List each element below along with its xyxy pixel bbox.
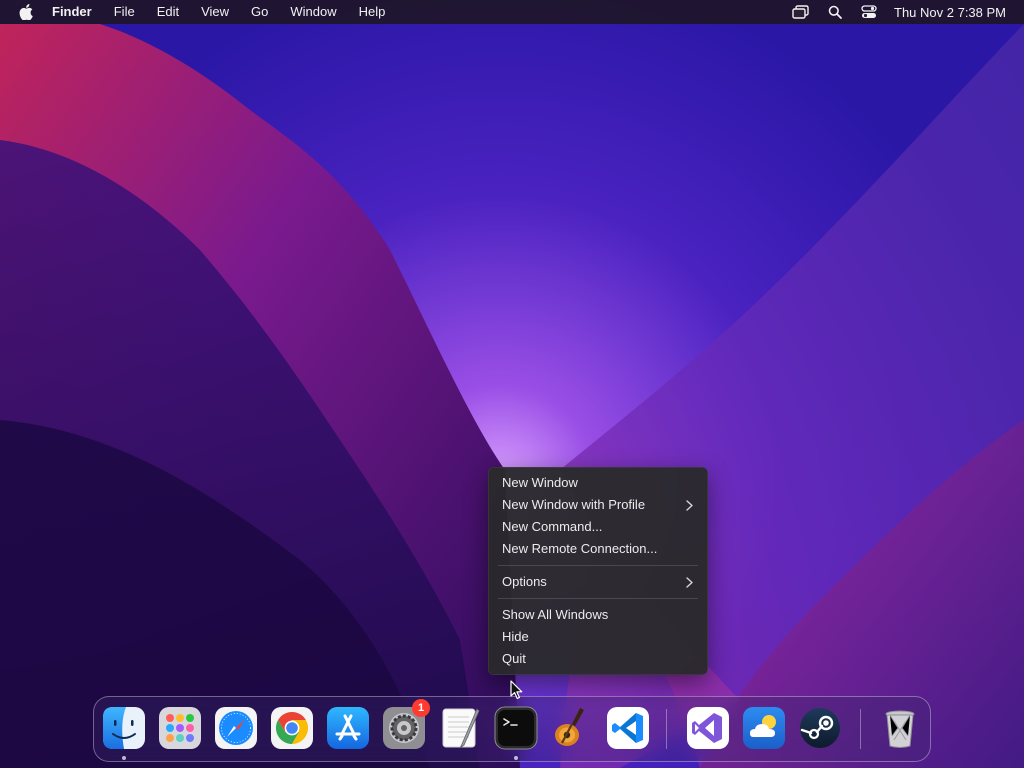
- menu-edit[interactable]: Edit: [157, 0, 179, 24]
- menu-item-hide[interactable]: Hide: [488, 626, 708, 648]
- launchpad-icon[interactable]: [158, 706, 202, 750]
- notification-badge: 1: [412, 699, 430, 717]
- garageband-icon[interactable]: [550, 706, 594, 750]
- dock-divider: [666, 709, 667, 749]
- menu-item-label: Quit: [502, 651, 526, 666]
- menu-help[interactable]: Help: [359, 0, 386, 24]
- trash-icon[interactable]: [878, 706, 922, 750]
- mouse-pointer-icon: [510, 680, 523, 699]
- menu-separator: [498, 598, 698, 599]
- menu-bar-clock[interactable]: Thu Nov 2 7:38 PM: [894, 5, 1006, 20]
- running-indicator: [122, 756, 126, 760]
- menu-app-name[interactable]: Finder: [52, 0, 92, 24]
- steam-icon[interactable]: [798, 706, 842, 750]
- chevron-right-icon: [686, 494, 694, 516]
- menu-bar: Finder File Edit View Go Window Help Thu…: [0, 0, 1024, 24]
- dock-divider: [860, 709, 861, 749]
- menu-item-new-remote-connection[interactable]: New Remote Connection...: [488, 538, 708, 560]
- menu-file[interactable]: File: [114, 0, 135, 24]
- terminal-icon[interactable]: [494, 706, 538, 750]
- menu-item-label: New Remote Connection...: [502, 541, 658, 556]
- textedit-icon[interactable]: [438, 706, 482, 750]
- menu-separator: [498, 565, 698, 566]
- menu-item-label: Options: [502, 574, 547, 589]
- dock: 1: [93, 696, 931, 762]
- system-settings-icon[interactable]: 1: [382, 699, 430, 750]
- menu-view[interactable]: View: [201, 0, 229, 24]
- menu-item-quit[interactable]: Quit: [488, 648, 708, 670]
- menu-item-show-all-windows[interactable]: Show All Windows: [488, 604, 708, 626]
- vscode-icon[interactable]: [606, 706, 650, 750]
- menu-item-new-window-with-profile[interactable]: New Window with Profile: [488, 494, 708, 516]
- menu-go[interactable]: Go: [251, 0, 268, 24]
- menu-item-new-command[interactable]: New Command...: [488, 516, 708, 538]
- menu-item-label: New Command...: [502, 519, 603, 534]
- weather-icon[interactable]: [742, 706, 786, 750]
- menu-item-label: New Window with Profile: [502, 497, 646, 512]
- visual-studio-icon[interactable]: [686, 706, 730, 750]
- menu-item-new-window[interactable]: New Window: [488, 472, 708, 494]
- running-indicator: [514, 756, 518, 760]
- finder-icon[interactable]: [102, 706, 146, 750]
- apple-menu-icon[interactable]: [18, 4, 34, 20]
- menu-item-label: Hide: [502, 629, 529, 644]
- control-center-icon[interactable]: [860, 4, 878, 20]
- menu-item-label: Show All Windows: [502, 607, 609, 622]
- menu-item-label: New Window: [502, 475, 578, 490]
- terminal-dock-context-menu: New Window New Window with Profile New C…: [488, 467, 708, 675]
- menu-item-options[interactable]: Options: [488, 571, 708, 593]
- menu-window[interactable]: Window: [290, 0, 336, 24]
- spotlight-search-icon[interactable]: [826, 4, 844, 20]
- safari-icon[interactable]: [214, 706, 258, 750]
- chevron-right-icon: [686, 571, 694, 593]
- chrome-icon[interactable]: [270, 706, 314, 750]
- screen-mirroring-icon[interactable]: [792, 4, 810, 20]
- app-store-icon[interactable]: [326, 706, 370, 750]
